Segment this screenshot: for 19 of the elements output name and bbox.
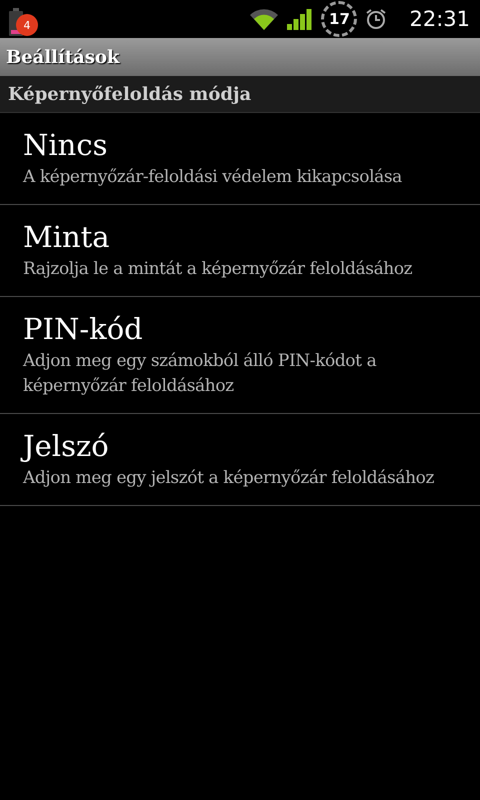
option-summary: Adjon meg egy jelszót a képernyőzár feloldásához xyxy=(23,467,434,490)
category-title: Képernyőfeloldás módja xyxy=(8,84,252,104)
option-summary: Rajzolja le a mintát a képernyőzár feloldásához xyxy=(23,258,412,281)
option-summary: Adjon meg egy számokból álló PIN-kódot a képernyőzár feloldásához xyxy=(23,350,378,398)
list-item[interactable]: Nincs A képernyőzár-feloldási védelem kikapcsolása xyxy=(0,113,480,205)
list-item[interactable]: Jelszó Adjon meg egy jelszót a képernyőzár feloldásához xyxy=(0,414,480,506)
option-title: Minta xyxy=(23,219,110,255)
wifi-icon xyxy=(249,8,280,30)
clock-time: 22:31 xyxy=(409,7,470,31)
list-item[interactable]: PIN-kód Adjon meg egy számokból álló PIN-kódot a képernyőzár feloldásához xyxy=(0,297,480,414)
alarm-clock-icon xyxy=(365,8,388,30)
window-title: Beállítások xyxy=(6,46,120,68)
option-title: PIN-kód xyxy=(23,311,143,347)
option-title: Jelszó xyxy=(23,428,109,464)
list-item[interactable]: Minta Rajzolja le a mintát a képernyőzár feloldásához xyxy=(0,205,480,297)
option-summary: A képernyőzár-feloldási védelem kikapcsolása xyxy=(23,166,402,189)
option-title: Nincs xyxy=(23,127,108,163)
signal-icon xyxy=(287,8,314,30)
notification-badge: 4 xyxy=(16,14,38,36)
